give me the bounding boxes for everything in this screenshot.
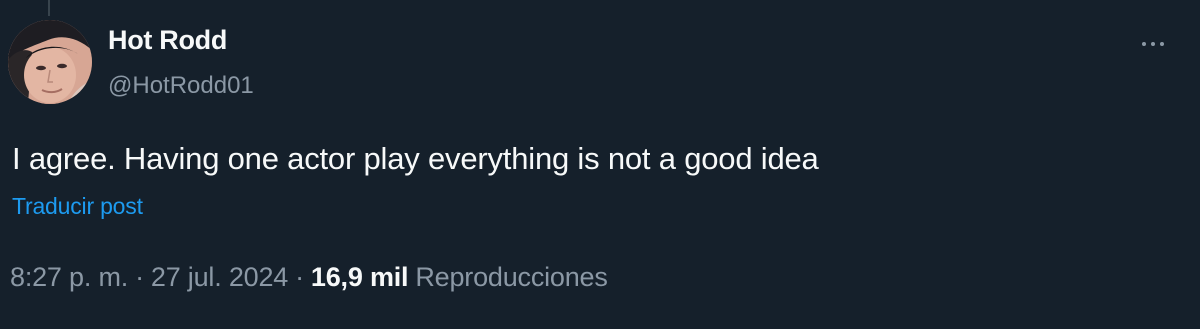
more-horizontal-icon bbox=[1142, 42, 1146, 46]
more-horizontal-icon bbox=[1151, 42, 1155, 46]
more-horizontal-icon bbox=[1160, 42, 1164, 46]
views-label: Reproducciones bbox=[415, 262, 608, 292]
tweet-metadata: 8:27 p. m. · 27 jul. 2024 · 16,9 mil Rep… bbox=[10, 262, 608, 293]
thread-connector-line bbox=[48, 0, 50, 16]
avatar[interactable] bbox=[8, 20, 92, 104]
tweet-date[interactable]: 27 jul. 2024 bbox=[151, 262, 288, 293]
author-handle[interactable]: @HotRodd01 bbox=[108, 72, 254, 100]
tweet-text: I agree. Having one actor play everythin… bbox=[12, 141, 819, 176]
more-options-button[interactable] bbox=[1132, 30, 1174, 58]
tweet-time[interactable]: 8:27 p. m. bbox=[10, 262, 128, 293]
avatar-image bbox=[8, 20, 92, 104]
translate-post-link[interactable]: Traducir post bbox=[12, 193, 143, 220]
meta-separator: · bbox=[295, 262, 304, 292]
meta-separator: · bbox=[135, 262, 144, 292]
views-count: 16,9 mil bbox=[310, 262, 409, 292]
author-display-name[interactable]: Hot Rodd bbox=[108, 25, 227, 56]
tweet-card: Hot Rodd @HotRodd01 I agree. Having one … bbox=[0, 0, 1200, 329]
